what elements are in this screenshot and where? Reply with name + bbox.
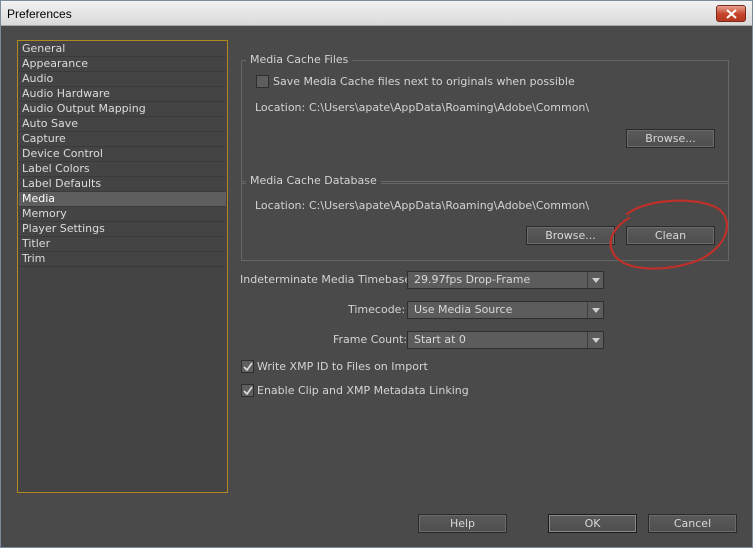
dialog-body: General Appearance Audio Audio Hardware …: [1, 27, 752, 547]
frame-count-select[interactable]: Start at 0: [407, 331, 604, 349]
sidebar-item-device-control[interactable]: Device Control: [19, 147, 226, 162]
sidebar-item-label-defaults[interactable]: Label Defaults: [19, 177, 226, 192]
sidebar-item-label-colors[interactable]: Label Colors: [19, 162, 226, 177]
sidebar-item-trim[interactable]: Trim: [19, 252, 226, 267]
chevron-down-icon: [592, 308, 600, 313]
cancel-button[interactable]: Cancel: [648, 514, 737, 533]
preferences-window: Preferences General Appearance Audio Aud…: [0, 0, 753, 548]
sidebar-item-general[interactable]: General: [19, 42, 226, 57]
close-icon: [726, 9, 737, 19]
frame-count-label: Frame Count:: [333, 333, 408, 346]
write-xmp-id-label: Write XMP ID to Files on Import: [257, 360, 428, 373]
sidebar-item-audio[interactable]: Audio: [19, 72, 226, 87]
cache-database-location-value: C:\Users\apate\AppData\Roaming\Adobe\Com…: [309, 199, 590, 212]
clean-button[interactable]: Clean: [626, 226, 715, 245]
sidebar-item-auto-save[interactable]: Auto Save: [19, 117, 226, 132]
enable-clip-xmp-label: Enable Clip and XMP Metadata Linking: [257, 384, 469, 397]
media-cache-files-group: Media Cache Files Save Media Cache files…: [241, 53, 729, 184]
sidebar-item-capture[interactable]: Capture: [19, 132, 226, 147]
sidebar-item-media[interactable]: Media: [19, 192, 226, 207]
cache-files-location-value: C:\Users\apate\AppData\Roaming\Adobe\Com…: [309, 101, 590, 114]
checkmark-icon: [243, 362, 253, 372]
cache-database-browse-button[interactable]: Browse...: [526, 226, 615, 245]
sidebar-item-appearance[interactable]: Appearance: [19, 57, 226, 72]
category-list[interactable]: General Appearance Audio Audio Hardware …: [17, 40, 228, 493]
save-cache-next-to-originals-checkbox[interactable]: [256, 75, 269, 88]
enable-clip-xmp-checkbox[interactable]: [241, 384, 254, 397]
sidebar-item-memory[interactable]: Memory: [19, 207, 226, 222]
write-xmp-id-checkbox[interactable]: [241, 360, 254, 373]
media-cache-database-group: Media Cache Database Location: C:\Users\…: [241, 174, 729, 261]
title-bar[interactable]: Preferences: [1, 1, 752, 26]
sidebar-item-titler[interactable]: Titler: [19, 237, 226, 252]
chevron-down-icon: [592, 338, 600, 343]
sidebar-item-audio-hardware[interactable]: Audio Hardware: [19, 87, 226, 102]
timecode-label: Timecode:: [348, 303, 406, 316]
sidebar-item-audio-output-mapping[interactable]: Audio Output Mapping: [19, 102, 226, 117]
timecode-dropdown-arrow[interactable]: [587, 302, 603, 318]
save-cache-next-to-originals-label: Save Media Cache files next to originals…: [273, 75, 575, 88]
frame-count-value: Start at 0: [414, 333, 466, 346]
window-title: Preferences: [7, 7, 72, 21]
frame-count-dropdown-arrow[interactable]: [587, 332, 603, 348]
checkmark-icon: [243, 386, 253, 396]
timebase-select[interactable]: 29.97fps Drop-Frame: [407, 271, 604, 289]
cache-files-location-label: Location:: [255, 101, 306, 114]
timebase-label: Indeterminate Media Timebase:: [240, 273, 415, 286]
timebase-value: 29.97fps Drop-Frame: [414, 273, 531, 286]
timecode-select[interactable]: Use Media Source: [407, 301, 604, 319]
sidebar-item-player-settings[interactable]: Player Settings: [19, 222, 226, 237]
cache-database-location-label: Location:: [255, 199, 306, 212]
cache-files-browse-button[interactable]: Browse...: [626, 129, 715, 148]
help-button[interactable]: Help: [418, 514, 507, 533]
media-cache-files-title: Media Cache Files: [246, 53, 353, 66]
timebase-dropdown-arrow[interactable]: [587, 272, 603, 288]
close-button[interactable]: [716, 5, 746, 22]
media-cache-database-title: Media Cache Database: [246, 174, 381, 187]
chevron-down-icon: [592, 278, 600, 283]
timecode-value: Use Media Source: [414, 303, 513, 316]
ok-button[interactable]: OK: [548, 514, 637, 533]
